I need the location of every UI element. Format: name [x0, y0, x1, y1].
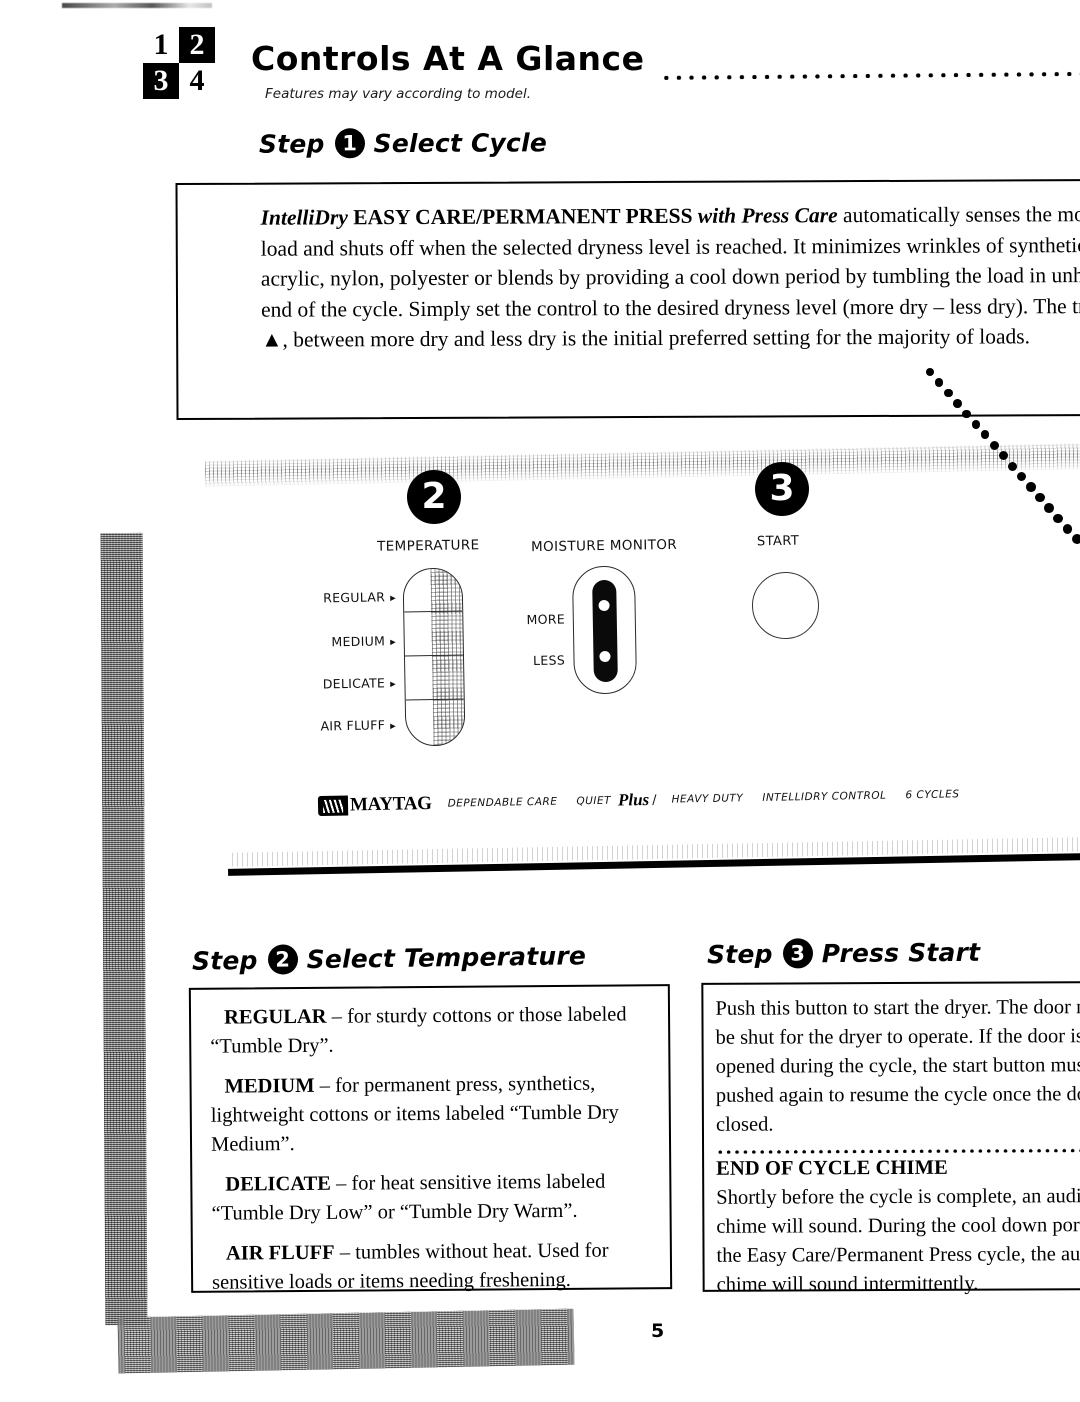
step-2-title: Select Temperature [306, 940, 587, 974]
temperature-option-label: MEDIUM [331, 633, 386, 650]
brand-feature-intellidry-control: INTELLIDRY CONTROL [762, 789, 887, 804]
page-number: 5 [651, 1320, 665, 1342]
step-3-badge: 3 [782, 938, 813, 969]
logo-bars [322, 799, 344, 813]
list-item: MEDIUM – for permanent press, synthetics… [210, 1069, 659, 1160]
panel-callout-badge-2: 2 [407, 470, 461, 524]
brand-feature-dependable-care: DEPENDABLE CARE [447, 795, 558, 810]
step-3-heading: Step 3 Press Start [707, 937, 980, 969]
maytag-bars-logo-icon [317, 795, 349, 817]
tick-marker-icon: ▸ [390, 635, 397, 649]
step-3-body-text: Push this button to start the dryer. The… [715, 993, 1080, 1300]
dial-shading [430, 568, 465, 746]
tick-marker-icon: ▸ [390, 677, 397, 691]
step-2-badge: 2 [267, 944, 298, 975]
chime-section-title: END OF CYCLE CHIME [716, 1156, 948, 1180]
step-2-heading: Step 2 Select Temperature [192, 940, 586, 975]
list-item: DELICATE – for heat sensitive items labe… [211, 1167, 659, 1229]
list-item-lead: REGULAR [223, 1005, 327, 1029]
dotted-rule-icon [716, 1143, 1080, 1154]
panel-callout-badge-3: 3 [755, 462, 809, 516]
step-3-word: Step [706, 939, 773, 969]
temperature-option-label: DELICATE [322, 675, 386, 692]
brand-feature-heavy-duty: HEAVY DUTY [671, 792, 744, 806]
brand-feature-6-cycles: 6 CYCLES [905, 788, 960, 802]
temperature-option-air-fluff[interactable]: AIR FLUFF ▸ [300, 717, 396, 734]
temperature-selector-dial[interactable] [402, 567, 466, 747]
temperature-option-regular[interactable]: REGULAR ▸ [300, 589, 396, 606]
step-2-text-box: REGULAR – for sturdy cottons or those la… [188, 984, 673, 1294]
temperature-option-label: AIR FLUFF [320, 717, 386, 734]
maytag-brand-strip: MAYTAG DEPENDABLE CARE QUIET Plus / HEAV… [317, 783, 979, 817]
list-item-lead: AIR FLUFF [225, 1241, 335, 1265]
control-panel-illustration: 2 3 TEMPERATURE MOISTURE MONITOR START R… [0, 0, 1080, 880]
moisture-monitor-slider[interactable] [571, 565, 638, 695]
start-group-label: START [756, 533, 800, 550]
moisture-option-more[interactable]: MORE [500, 611, 565, 627]
panel-top-edge [204, 443, 1080, 487]
brand-plus-script: Plus [617, 789, 650, 810]
manual-page: 1 2 3 4 Controls At A Glance Features ma… [0, 0, 1080, 1402]
list-item: AIR FLUFF – tumbles without heat. Used f… [212, 1236, 660, 1298]
tick-marker-icon: ▸ [390, 719, 397, 733]
start-instructions: Push this button to start the dryer. The… [715, 996, 1080, 1136]
moisture-slider-track[interactable] [591, 579, 618, 683]
brand-feature-quiet: QUIET [576, 794, 612, 808]
temperature-option-label: REGULAR [323, 589, 386, 606]
step-3-title: Press Start [821, 937, 981, 968]
list-item-lead: DELICATE [225, 1172, 332, 1196]
tick-marker-icon: ▸ [390, 591, 397, 605]
list-item-lead: MEDIUM [224, 1074, 315, 1098]
brand-name: MAYTAG [349, 792, 432, 816]
list-item: REGULAR – for sturdy cottons or those la… [210, 1000, 658, 1062]
moisture-option-less[interactable]: LESS [500, 652, 565, 668]
start-button[interactable] [751, 571, 820, 640]
moisture-monitor-group-label: MOISTURE MONITOR [530, 536, 678, 556]
moisture-knob-less-icon [599, 650, 611, 663]
scan-shadow-bottom [117, 1308, 575, 1374]
temperature-option-delicate[interactable]: DELICATE ▸ [300, 675, 397, 692]
step-3-text-box: Push this button to start the dryer. The… [701, 981, 1080, 1296]
temperature-description-list: REGULAR – for sturdy cottons or those la… [210, 1000, 660, 1298]
step-2-word: Step [191, 945, 258, 976]
brand-separator: / [652, 792, 657, 808]
moisture-knob-more-icon [598, 599, 610, 612]
temperature-option-medium[interactable]: MEDIUM ▸ [300, 633, 396, 650]
chime-instructions: Shortly before the cycle is complete, an… [716, 1185, 1080, 1296]
temperature-group-label: TEMPERATURE [376, 537, 480, 555]
